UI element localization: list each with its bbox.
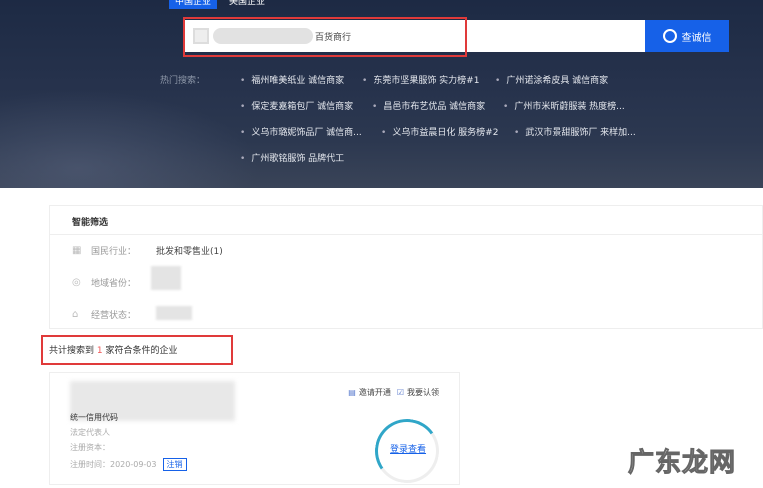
redacted-value	[156, 306, 192, 320]
hot-item[interactable]: 东莞市坚果服饰 实力榜#1	[362, 73, 479, 86]
watermark-logo: 广东龙网	[627, 448, 737, 479]
filter-row-industry: ▦ 国民行业： 批发和零售业(1)	[72, 244, 223, 257]
filter-label: 地域省份：	[91, 279, 137, 289]
highlight-box	[183, 17, 467, 57]
search-icon	[662, 29, 677, 43]
hot-item[interactable]: 保定麦嘉箱包厂 诚信商家	[240, 99, 353, 112]
legal-rep-label: 法定代表人	[70, 428, 110, 437]
check-icon: ☑	[396, 388, 404, 397]
hot-item[interactable]: 昌邑市布艺优品 诚信商家	[372, 99, 485, 112]
search-button[interactable]: 查诚信	[645, 20, 729, 52]
filter-row-status: ⌂ 经营状态：	[72, 308, 136, 321]
hot-item[interactable]: 武汉市景甜服饰厂 来样加...	[514, 125, 635, 138]
highlight-box	[41, 335, 233, 365]
divider	[50, 234, 762, 235]
filter-value[interactable]: 批发和零售业(1)	[156, 244, 223, 257]
capital-label: 注册资本：	[70, 443, 110, 452]
building-icon: ⌂	[72, 309, 79, 320]
smart-filter-panel: 智能筛选 ▦ 国民行业： 批发和零售业(1) ◎ 地域省份： ⌂ 经营状态：	[49, 205, 763, 329]
grid-icon: ▦	[72, 245, 82, 256]
hot-item[interactable]: 福州唯美纸业 诚信商家	[240, 73, 344, 86]
hot-item[interactable]: 义乌市璐妮饰品厂 诚信商...	[240, 125, 361, 138]
hot-item[interactable]: 广州市米昕蔚服装 热度榜...	[503, 99, 624, 112]
company-card[interactable]: ▤ 邀请开通 ☑ 我要认领 统一信用代码 法定代表人 注册资本： 注册时间：2020…	[49, 372, 460, 488]
reg-time: 注册时间：2020-09-03 注销	[70, 458, 187, 471]
region-tabs: 中国企业 美国企业	[169, 0, 271, 9]
location-icon: ◎	[72, 277, 81, 288]
card-actions: ▤ 邀请开通 ☑ 我要认领	[348, 387, 439, 398]
hot-search-label: 热门搜索：	[160, 76, 206, 86]
claim-button[interactable]: ☑ 我要认领	[397, 387, 439, 398]
filter-label: 经营状态：	[91, 311, 137, 321]
credit-code-label: 统一信用代码	[70, 413, 118, 422]
filter-row-region: ◎ 地域省份：	[72, 276, 136, 289]
invite-icon: ▤	[348, 388, 356, 397]
filter-label: 国民行业：	[91, 247, 137, 257]
invite-button[interactable]: ▤ 邀请开通	[348, 387, 391, 398]
redacted-value	[151, 266, 181, 290]
filter-title: 智能筛选	[72, 218, 109, 228]
hot-item[interactable]: 广州诺涂希皮具 诚信商家	[495, 73, 608, 86]
login-view-link[interactable]: 登录查看	[390, 442, 426, 455]
search-button-label: 查诚信	[681, 32, 712, 44]
tab-usa[interactable]: 美国企业	[223, 0, 271, 9]
tab-china[interactable]: 中国企业	[169, 0, 218, 9]
hot-item[interactable]: 广州歌铭服饰 品牌代工	[240, 151, 344, 164]
status-badge: 注销	[162, 458, 187, 471]
hero-banner: 中国企业 美国企业 百货商行 查诚信 热门搜索： 福州唯美纸业 诚信商家 东莞市…	[0, 0, 763, 188]
hot-item[interactable]: 义乌市益晨日化 服务榜#2	[381, 125, 498, 138]
